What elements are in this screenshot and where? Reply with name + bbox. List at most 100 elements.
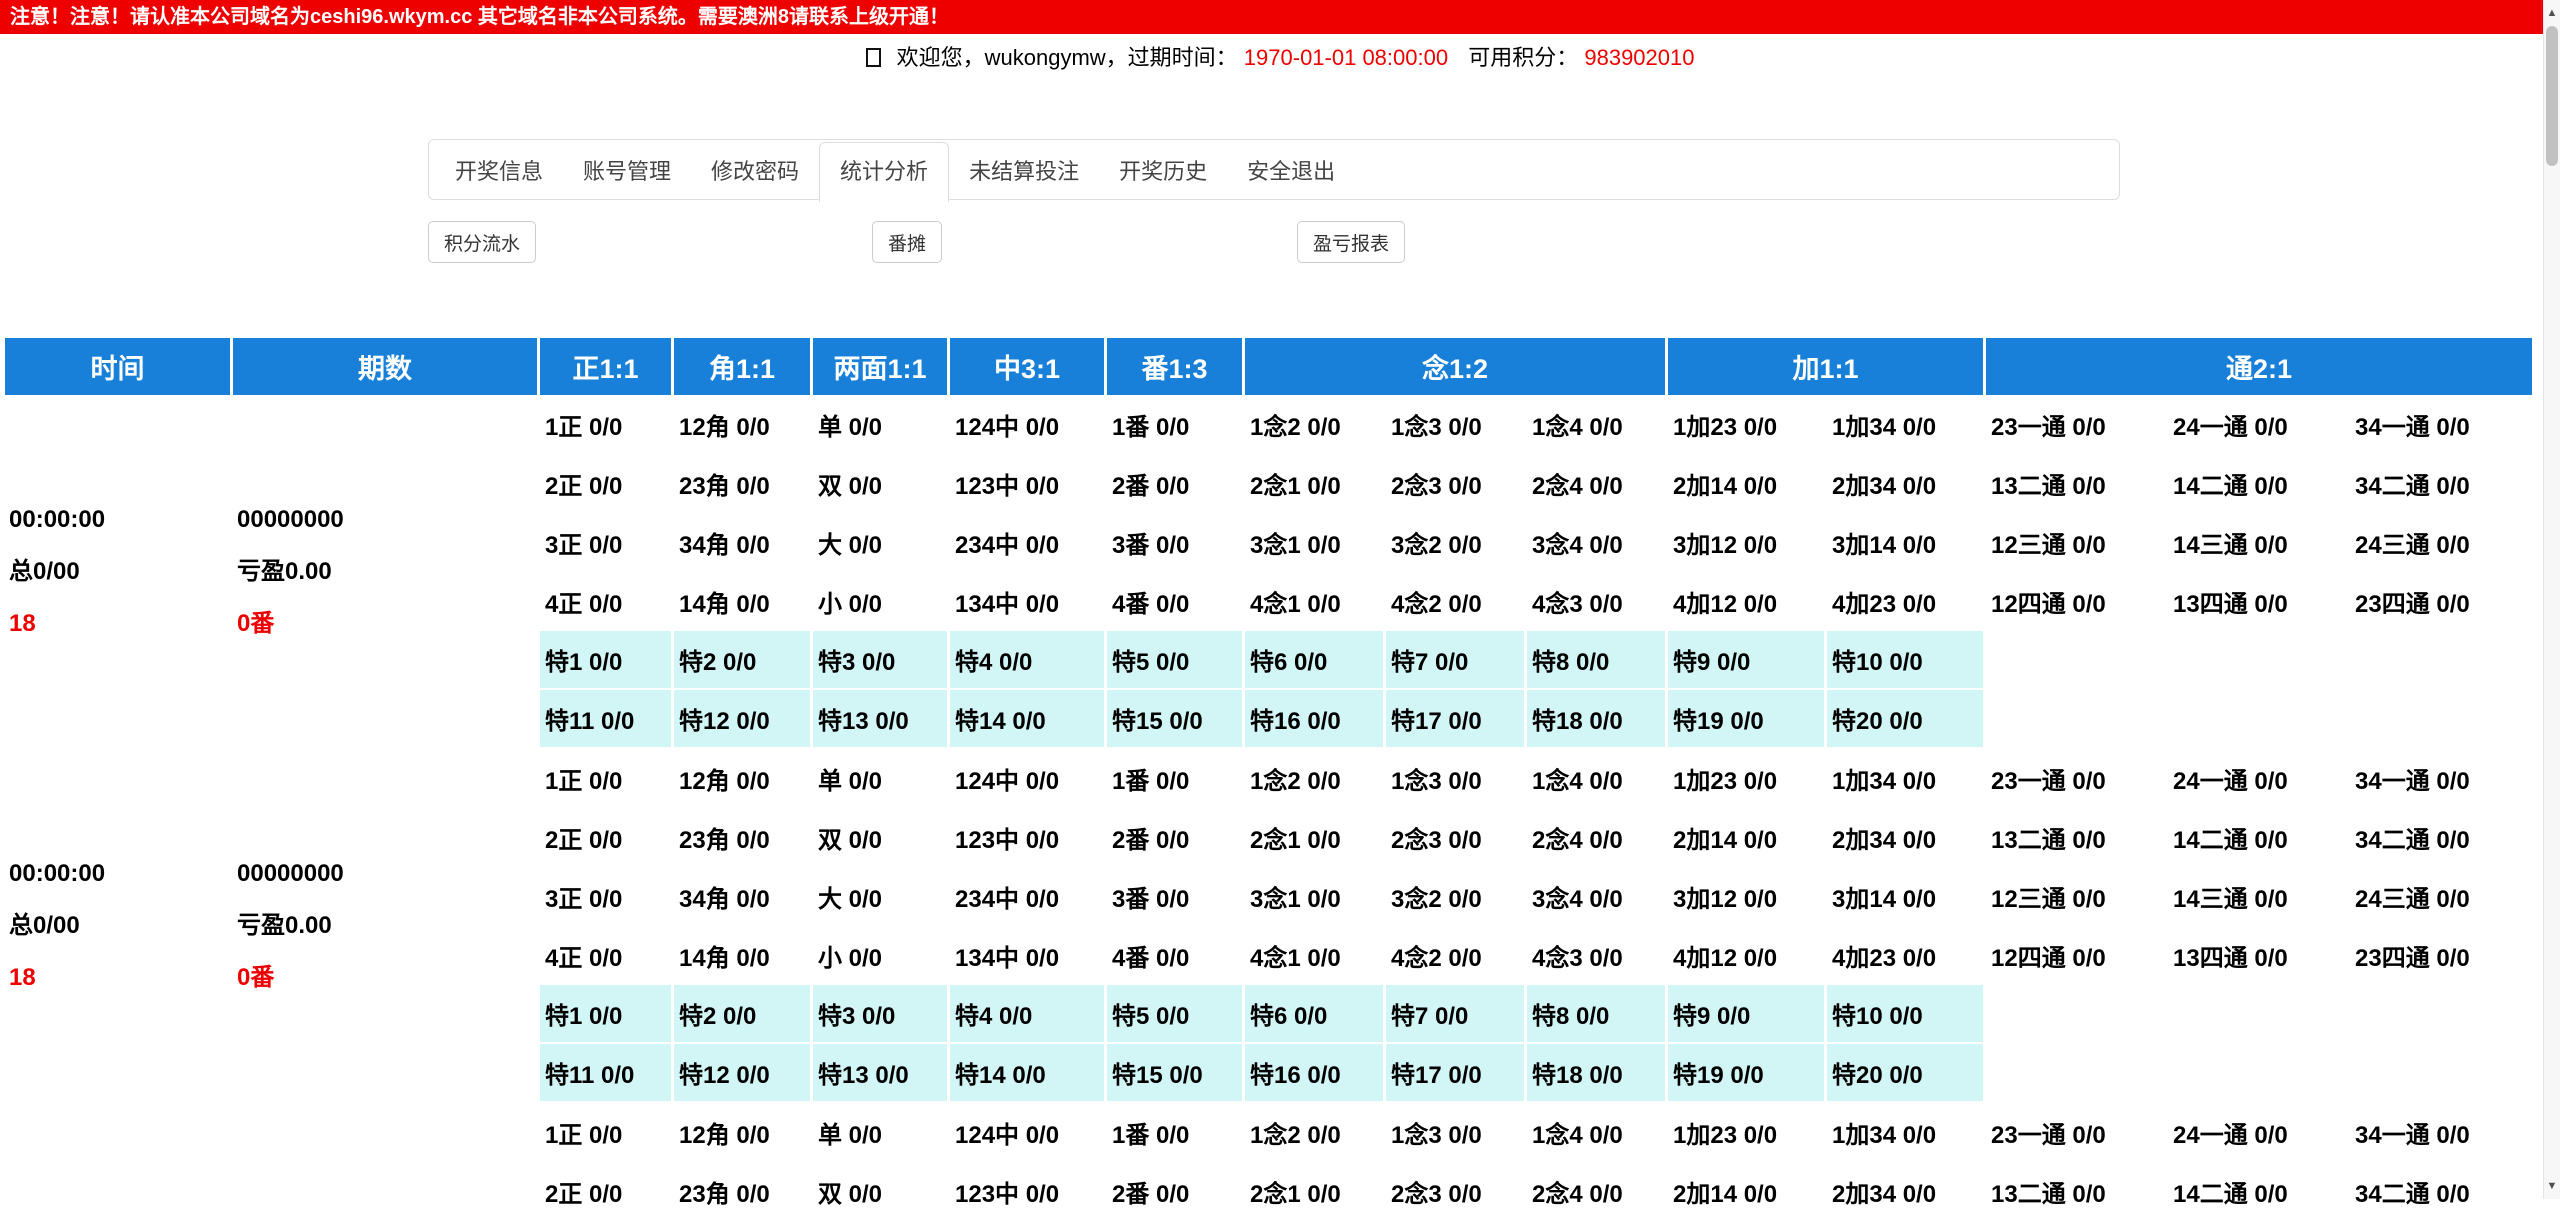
special-cell: 特9 0/0 bbox=[1668, 985, 1827, 1044]
block-total: 总0/00 bbox=[9, 546, 233, 598]
special-cell: 特6 0/0 bbox=[1245, 631, 1386, 690]
profit-report-button[interactable]: 盈亏报表 bbox=[1297, 221, 1405, 263]
stat-cell: 1正 0/0 bbox=[540, 749, 674, 808]
stat-cell: 双 0/0 bbox=[813, 808, 950, 867]
stat-cell: 34角 0/0 bbox=[674, 513, 813, 572]
stat-cell: 134中 0/0 bbox=[950, 926, 1107, 985]
stat-cell: 24三通 0/0 bbox=[2350, 867, 2532, 926]
stat-cell: 4番 0/0 bbox=[1107, 572, 1245, 631]
stat-cell: 124中 0/0 bbox=[950, 1103, 1107, 1162]
stat-cell: 4正 0/0 bbox=[540, 572, 674, 631]
special-cell: 特7 0/0 bbox=[1386, 631, 1527, 690]
stat-cell: 3念4 0/0 bbox=[1527, 513, 1668, 572]
table-row: 3正 0/034角 0/0大 0/0234中 0/03番 0/03念1 0/03… bbox=[540, 867, 2535, 926]
stat-cell: 1番 0/0 bbox=[1107, 749, 1245, 808]
tab-draw-history[interactable]: 开奖历史 bbox=[1099, 142, 1227, 201]
stat-cell: 1念3 0/0 bbox=[1386, 749, 1527, 808]
scroll-thumb[interactable] bbox=[2546, 26, 2558, 166]
stat-cell: 134中 0/0 bbox=[950, 572, 1107, 631]
stat-cell: 13二通 0/0 bbox=[1986, 808, 2168, 867]
stat-cell: 2念3 0/0 bbox=[1386, 808, 1527, 867]
stat-cell: 14三通 0/0 bbox=[2168, 867, 2350, 926]
period-block: 00:00:00总0/001800000000亏盈0.000番1正 0/012角… bbox=[5, 395, 2535, 749]
stat-cell: 3番 0/0 bbox=[1107, 867, 1245, 926]
stat-cell: 双 0/0 bbox=[813, 454, 950, 513]
tab-change-password[interactable]: 修改密码 bbox=[691, 142, 819, 201]
stat-cell: 13四通 0/0 bbox=[2168, 926, 2350, 985]
stat-cell: 4念1 0/0 bbox=[1245, 572, 1386, 631]
column-header: 念1:2 bbox=[1245, 338, 1668, 395]
scrollbar[interactable]: ▲ ▼ bbox=[2543, 0, 2560, 1199]
special-cell: 特1 0/0 bbox=[540, 631, 674, 690]
block-time: 00:00:00 bbox=[9, 848, 233, 900]
special-cell: 特17 0/0 bbox=[1386, 1044, 1527, 1103]
stat-cell: 2念1 0/0 bbox=[1245, 454, 1386, 513]
stat-cell: 2番 0/0 bbox=[1107, 1162, 1245, 1221]
stat-cell: 12角 0/0 bbox=[674, 749, 813, 808]
special-row: 特1 0/0特2 0/0特3 0/0特4 0/0特5 0/0特6 0/0特7 0… bbox=[540, 985, 2535, 1044]
column-header: 两面1:1 bbox=[813, 338, 950, 395]
stat-cell: 12四通 0/0 bbox=[1986, 926, 2168, 985]
special-cell: 特18 0/0 bbox=[1527, 1044, 1668, 1103]
column-header: 角1:1 bbox=[674, 338, 813, 395]
welcome-greeting: 欢迎您，wukongymw，过期时间： bbox=[897, 45, 1238, 70]
special-cell: 特5 0/0 bbox=[1107, 985, 1245, 1044]
scroll-down-icon[interactable]: ▼ bbox=[2544, 1175, 2560, 1197]
points-value: 983902010 bbox=[1584, 45, 1694, 70]
stat-cell: 1念4 0/0 bbox=[1527, 749, 1668, 808]
points-flow-button[interactable]: 积分流水 bbox=[428, 221, 536, 263]
stat-cell: 34二通 0/0 bbox=[2350, 1162, 2532, 1221]
stat-cell: 1加34 0/0 bbox=[1827, 395, 1986, 454]
column-header: 正1:1 bbox=[540, 338, 674, 395]
stat-cell: 3念1 0/0 bbox=[1245, 867, 1386, 926]
tab-account-manage[interactable]: 账号管理 bbox=[563, 142, 691, 201]
block-period: 00000000 bbox=[237, 494, 540, 546]
stat-cell: 13四通 0/0 bbox=[2168, 572, 2350, 631]
special-cell: 特9 0/0 bbox=[1668, 631, 1827, 690]
stat-cell: 34角 0/0 bbox=[674, 867, 813, 926]
special-row: 特1 0/0特2 0/0特3 0/0特4 0/0特5 0/0特6 0/0特7 0… bbox=[540, 631, 2535, 690]
period-info: 00000000亏盈0.000番 bbox=[233, 749, 540, 1103]
table-row: 2正 0/023角 0/0双 0/0123中 0/02番 0/02念1 0/02… bbox=[540, 808, 2535, 867]
stat-cell: 12角 0/0 bbox=[674, 1103, 813, 1162]
special-cell: 特8 0/0 bbox=[1527, 985, 1668, 1044]
special-cell: 特2 0/0 bbox=[674, 985, 813, 1044]
stat-cell: 4加23 0/0 bbox=[1827, 926, 1986, 985]
special-cell: 特15 0/0 bbox=[1107, 690, 1245, 749]
tab-logout[interactable]: 安全退出 bbox=[1227, 142, 1355, 201]
tab-draw-info[interactable]: 开奖信息 bbox=[435, 142, 563, 201]
fantan-button[interactable]: 番摊 bbox=[872, 221, 942, 263]
special-cell: 特16 0/0 bbox=[1245, 690, 1386, 749]
stat-cell: 单 0/0 bbox=[813, 1103, 950, 1162]
table-row: 1正 0/012角 0/0单 0/0124中 0/01番 0/01念2 0/01… bbox=[540, 749, 2535, 808]
stat-cell: 23一通 0/0 bbox=[1986, 1103, 2168, 1162]
notice-text: 注意！注意！请认准本公司域名为ceshi96.wkym.cc 其它域名非本公司系… bbox=[10, 6, 949, 28]
stat-cell: 2念3 0/0 bbox=[1386, 454, 1527, 513]
stat-cell: 1加34 0/0 bbox=[1827, 749, 1986, 808]
block-total: 总0/00 bbox=[9, 900, 233, 952]
stat-cell: 3正 0/0 bbox=[540, 513, 674, 572]
period-block: 00:00:00总0/001800000000亏盈0.000番1正 0/012角… bbox=[5, 749, 2535, 1103]
special-cell: 特4 0/0 bbox=[950, 631, 1107, 690]
stat-cell: 4加23 0/0 bbox=[1827, 572, 1986, 631]
special-cell: 特14 0/0 bbox=[950, 1044, 1107, 1103]
tab-unsettled-bets[interactable]: 未结算投注 bbox=[949, 142, 1099, 201]
stats-table: 时间期数正1:1角1:1两面1:1中3:1番1:3念1:2加1:1通2:1 00… bbox=[5, 338, 2535, 1221]
block-rows: 1正 0/012角 0/0单 0/0124中 0/01番 0/01念2 0/01… bbox=[540, 1103, 2535, 1221]
block-profit: 亏盈0.00 bbox=[237, 900, 540, 952]
special-cell: 特7 0/0 bbox=[1386, 985, 1527, 1044]
table-row: 2正 0/023角 0/0双 0/0123中 0/02番 0/02念1 0/02… bbox=[540, 454, 2535, 513]
stat-cell: 3念4 0/0 bbox=[1527, 867, 1668, 926]
stat-cell: 2加34 0/0 bbox=[1827, 454, 1986, 513]
stat-cell: 3念2 0/0 bbox=[1386, 513, 1527, 572]
stat-cell: 12四通 0/0 bbox=[1986, 572, 2168, 631]
stat-cell: 14角 0/0 bbox=[674, 926, 813, 985]
welcome-bar: 欢迎您，wukongymw，过期时间： 1970-01-01 08:00:00 … bbox=[0, 40, 2560, 72]
tab-stats-analysis[interactable]: 统计分析 bbox=[819, 142, 949, 202]
scroll-up-icon[interactable]: ▲ bbox=[2544, 2, 2560, 24]
stat-cell: 1加23 0/0 bbox=[1668, 749, 1827, 808]
special-cell: 特10 0/0 bbox=[1827, 985, 1986, 1044]
stat-cell: 小 0/0 bbox=[813, 572, 950, 631]
stat-cell: 123中 0/0 bbox=[950, 808, 1107, 867]
table-header: 时间期数正1:1角1:1两面1:1中3:1番1:3念1:2加1:1通2:1 bbox=[5, 338, 2535, 395]
